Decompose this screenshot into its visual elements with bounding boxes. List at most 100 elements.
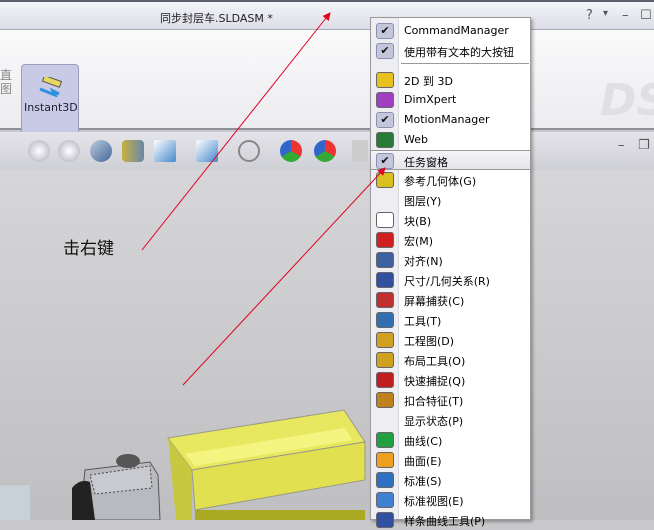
menu-item-0[interactable]: ✔ CommandManager [371,21,530,41]
checkmark-icon: ✔ [376,112,394,128]
menu-item-label: 工具(T) [404,315,442,328]
fastening-features-icon [376,392,394,408]
ribbon-left-button[interactable]: 直图 [0,68,14,96]
menu-item-i1[interactable]: DimXpert [371,90,530,110]
view-orientation-icon[interactable] [154,140,176,162]
apply-scene-icon[interactable] [314,140,336,162]
menu-item-i21[interactable]: 标准视图(E) [371,490,530,510]
command-manager-ribbon: 直图 Instant3D DS [0,30,654,152]
quick-snap-icon [376,372,394,388]
menu-item-label: 2D 到 3D [404,75,453,88]
menu-item-i3[interactable]: Web [371,130,530,150]
menu-item-i14[interactable]: 布局工具(O) [371,350,530,370]
checkmark-icon: ✔ [376,153,394,169]
help-dropdown-icon[interactable]: ▾ [603,8,608,19]
zoom-to-fit-icon[interactable] [28,140,50,162]
instant3d-label: Instant3D [24,101,78,114]
assembly-model [0,409,366,521]
standard-views-icon [376,492,394,508]
menu-item-label: 快速捕捉(Q) [404,375,466,388]
menu-item-i12[interactable]: 工具(T) [371,310,530,330]
surfaces-icon [376,452,394,468]
minimize-button[interactable]: – [622,8,629,23]
menu-item-label: 图层(Y) [404,195,442,208]
menu-item-label: 块(B) [404,215,432,228]
menu-item-i17[interactable]: 显示状态(P) [371,410,530,430]
previous-view-icon[interactable] [90,140,112,162]
ds-logo: DS [600,75,654,126]
menu-item-1[interactable]: ✔ 使用带有文本的大按钮 [371,41,530,61]
menu-item-label: 显示状态(P) [404,415,464,428]
viewport-minimize-button[interactable]: – [618,138,625,153]
maximize-button[interactable]: ☐ [640,8,652,23]
tools-icon [376,312,394,328]
curves-icon [376,432,394,448]
menu-item-label: 样条曲线工具(P) [404,515,486,528]
menu-item-i16[interactable]: 扣合特征(T) [371,390,530,410]
screen-capture-icon [376,292,394,308]
menu-item-i2[interactable]: ✔ MotionManager [371,110,530,130]
drawing-icon [376,332,394,348]
menu-item-i4[interactable]: ✔ 任务窗格 [371,150,530,170]
annotation-right-click: 击右键 [63,239,114,259]
title-bar: 同步封层车.SLDASM * ? ▾ – ☐ [0,0,654,30]
2d-to-3d-icon [376,72,394,88]
toolbar-context-menu: ✔ CommandManager ✔ 使用带有文本的大按钮 2D 到 3D DimXper… [370,17,531,528]
checkmark-icon: ✔ [376,43,394,59]
help-icon[interactable]: ? [586,8,593,23]
menu-item-i15[interactable]: 快速捕捉(Q) [371,370,530,390]
menu-item-i19[interactable]: 曲面(E) [371,450,530,470]
menu-item-label: 标准视图(E) [404,495,464,508]
menu-item-label: 曲线(C) [404,435,443,448]
globe-icon [376,132,394,148]
window-title: 同步封层车.SLDASM * [160,12,273,25]
menu-item-label: CommandManager [404,24,509,37]
graphics-area[interactable] [0,170,654,521]
menu-item-label: 布局工具(O) [404,355,466,368]
menu-item-i5[interactable]: 参考几何体(G) [371,170,530,190]
menu-item-i7[interactable]: 块(B) [371,210,530,230]
menu-separator [401,63,529,64]
menu-item-i9[interactable]: 对齐(N) [371,250,530,270]
hide-show-items-icon[interactable] [238,140,260,162]
checkmark-icon: ✔ [376,23,394,39]
menu-item-i8[interactable]: 宏(M) [371,230,530,250]
menu-item-label: 扣合特征(T) [404,395,464,408]
edit-appearance-icon[interactable] [280,140,302,162]
menu-item-label: 对齐(N) [404,255,443,268]
menu-item-label: 屏幕捕获(C) [404,295,465,308]
standard-icon [376,472,394,488]
menu-item-label: DimXpert [404,93,457,106]
menu-item-label: 曲面(E) [404,455,442,468]
menu-item-label: 标准(S) [404,475,442,488]
align-icon [376,252,394,268]
zoom-to-area-icon[interactable] [58,140,80,162]
menu-item-i0[interactable]: 2D 到 3D [371,70,530,90]
menu-item-label: MotionManager [404,113,490,126]
viewport-restore-button[interactable]: ❐ [638,138,650,153]
section-view-icon[interactable] [122,140,144,162]
block-icon [376,212,394,228]
display-style-icon[interactable] [196,140,218,162]
menu-item-i10[interactable]: 尺寸/几何关系(R) [371,270,530,290]
menu-item-i11[interactable]: 屏幕捕获(C) [371,290,530,310]
instant3d-icon [39,77,63,97]
menu-item-label: 参考几何体(G) [404,175,477,188]
menu-item-label: Web [404,133,428,146]
menu-item-label: 尺寸/几何关系(R) [404,275,490,288]
menu-item-label: 宏(M) [404,235,434,248]
dimxpert-icon [376,92,394,108]
menu-item-i20[interactable]: 标准(S) [371,470,530,490]
menu-item-i18[interactable]: 曲线(C) [371,430,530,450]
menu-item-i6[interactable]: 图层(Y) [371,190,530,210]
menu-item-label: 工程图(D) [404,335,455,348]
menu-item-label: 任务窗格 [404,156,448,169]
menu-item-i22[interactable]: 样条曲线工具(P) [371,510,530,530]
view-settings-icon[interactable] [352,140,368,162]
spline-tools-icon [376,512,394,528]
menu-item-i13[interactable]: 工程图(D) [371,330,530,350]
layout-tools-icon [376,352,394,368]
reference-geometry-icon [376,172,394,188]
dimension-icon [376,272,394,288]
menu-item-label: 使用带有文本的大按钮 [404,46,514,59]
